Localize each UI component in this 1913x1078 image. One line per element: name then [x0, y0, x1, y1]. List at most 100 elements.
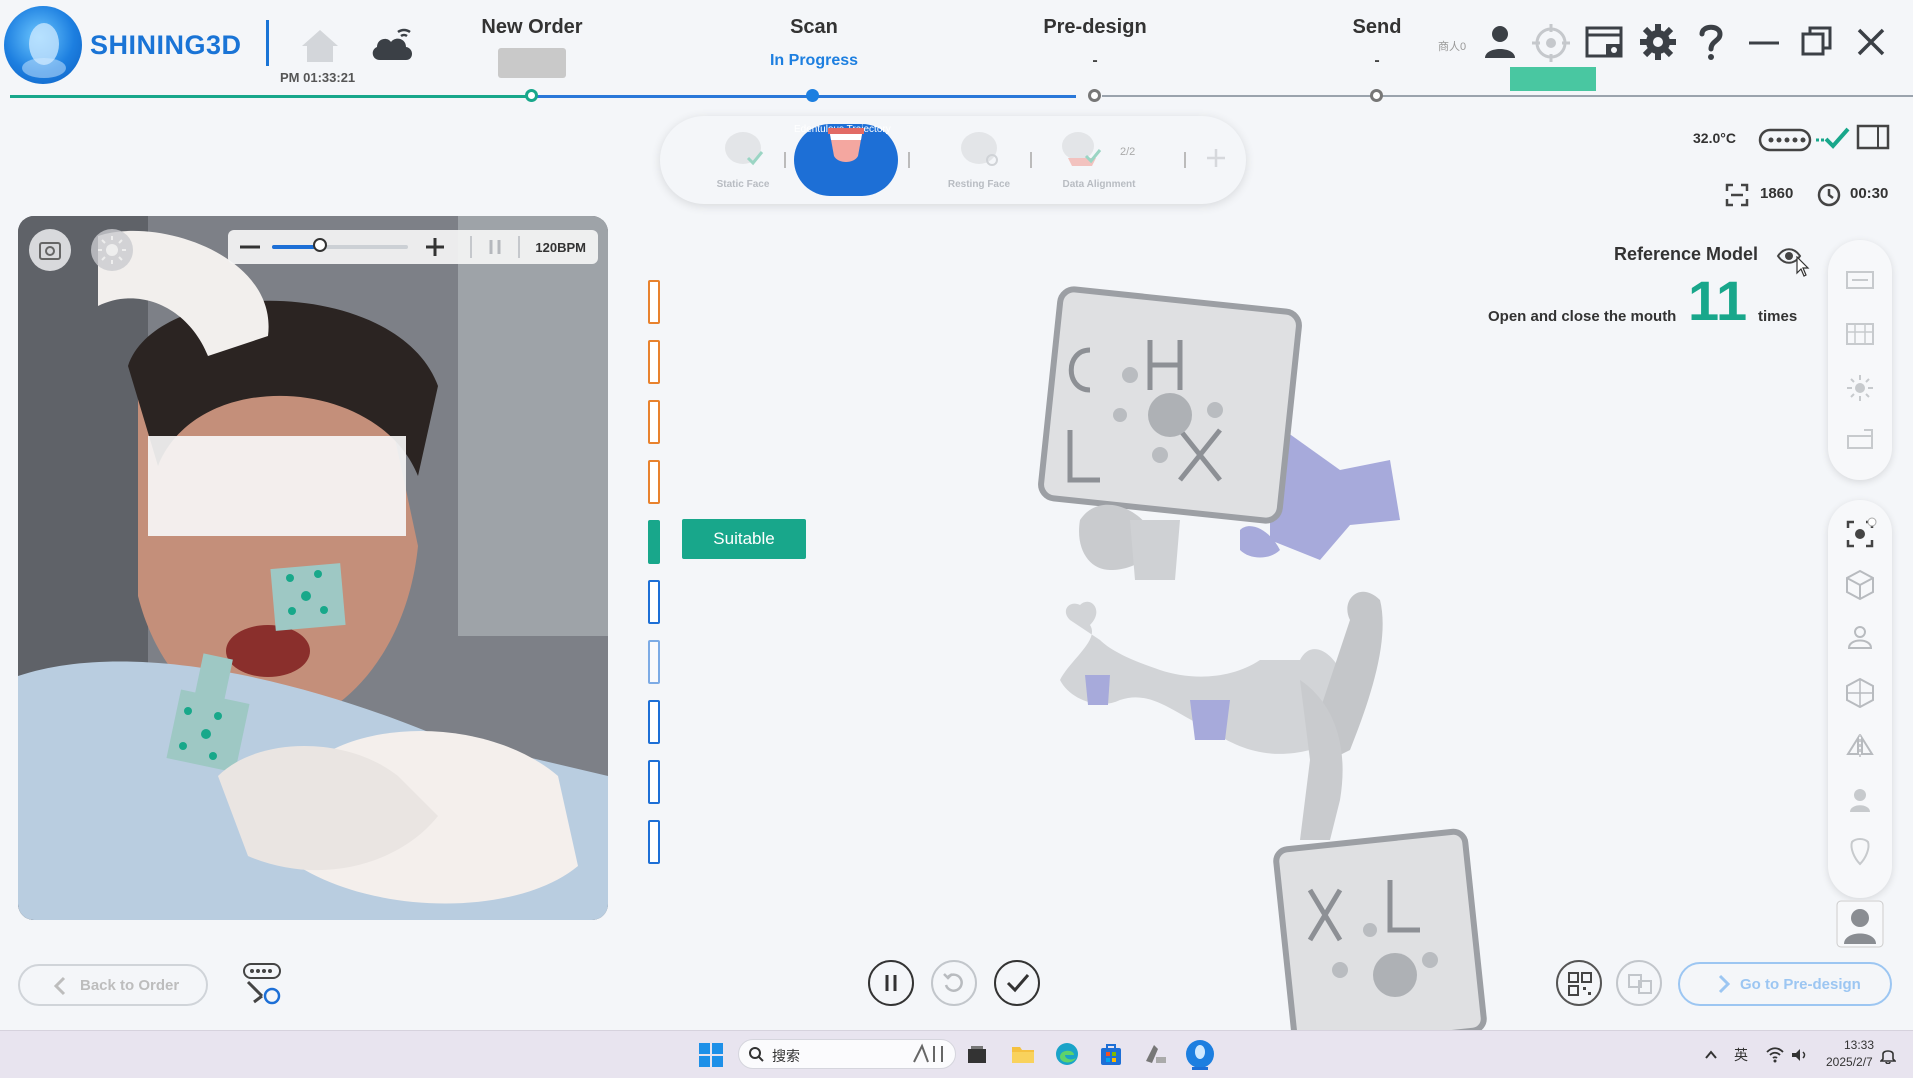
bite-indicator-segment: [648, 280, 660, 324]
instruction-text: Open and close the mouth: [1488, 308, 1677, 325]
filter-settings-icon[interactable]: [1844, 266, 1876, 299]
help-icon[interactable]: [1693, 22, 1729, 67]
edge-browser-icon[interactable]: [1054, 1041, 1080, 1072]
step-send[interactable]: Send: [1277, 16, 1477, 39]
step-scan[interactable]: Scan: [714, 16, 914, 39]
remaining-count: 11: [1688, 269, 1748, 332]
system-clock-time: 13:33: [1844, 1038, 1875, 1052]
store-icon[interactable]: [1098, 1041, 1124, 1072]
home-icon[interactable]: [298, 26, 342, 71]
temperature-readout: 32.0°C: [1693, 130, 1736, 146]
task-view-icon[interactable]: [966, 1044, 988, 1071]
jaw-view-icon[interactable]: [1844, 622, 1876, 659]
screen-capture-icon[interactable]: [1584, 22, 1626, 67]
file-explorer-icon[interactable]: [1010, 1042, 1036, 1071]
substep-data-alignment[interactable]: Data Alignment: [1044, 116, 1154, 204]
camera-brightness-button[interactable]: [90, 228, 134, 277]
reference-model-label: Reference Model: [1614, 244, 1759, 264]
windows-start-icon[interactable]: [698, 1042, 724, 1073]
frame-count: 1860: [1760, 185, 1794, 202]
add-substep-icon[interactable]: [1202, 144, 1230, 177]
minimize-icon[interactable]: [1746, 22, 1782, 67]
toolbar-divider: [518, 236, 520, 258]
metronome-pause-icon[interactable]: [486, 238, 504, 261]
input-language[interactable]: 英: [1734, 1045, 1748, 1065]
progress-line-done: [10, 95, 530, 98]
volume-icon[interactable]: [1790, 1047, 1808, 1068]
bite-indicator-column: [648, 280, 662, 864]
cube-view-icon[interactable]: [1844, 568, 1876, 607]
patient-camera-image: [18, 216, 608, 920]
camera-snapshot-button[interactable]: [28, 228, 72, 277]
gear-icon[interactable]: [1638, 22, 1678, 67]
user-name: 商人0: [1438, 41, 1467, 53]
face-model-icon[interactable]: [1844, 784, 1876, 821]
tempo-slider-track[interactable]: [272, 238, 408, 252]
substep-resting-face[interactable]: Resting Face: [924, 116, 1034, 204]
substep-separator: [784, 152, 786, 168]
qr-code-button[interactable]: [1556, 960, 1602, 1006]
confirm-scan-button[interactable]: [994, 960, 1040, 1006]
shining3d-taskbar-icon[interactable]: [1184, 1038, 1216, 1075]
pause-icon: [885, 975, 897, 991]
progress-dot-scan: [806, 89, 819, 102]
camera-preview: [18, 216, 608, 920]
scanner-app-icon[interactable]: [1142, 1041, 1168, 1072]
system-clock-date: 2025/2/7: [1826, 1055, 1873, 1069]
notification-bell-icon[interactable]: [1879, 1046, 1897, 1069]
windows-taskbar: [0, 1030, 1913, 1078]
restore-window-icon[interactable]: [1799, 22, 1835, 67]
device-settings-icon[interactable]: [1844, 426, 1876, 459]
progress-dot-send: [1370, 89, 1383, 102]
substep-count: 2/2: [1120, 146, 1136, 158]
tooth-model-icon[interactable]: [1844, 836, 1876, 873]
header-bar: [0, 0, 1913, 100]
bite-indicator-segment: [648, 640, 660, 684]
bite-indicator-segment: [648, 460, 660, 504]
substep-static-face[interactable]: Static Face: [688, 116, 798, 204]
search-highlight-icon: [908, 1042, 952, 1071]
mesh-view-icon[interactable]: [1844, 676, 1876, 713]
scan-mode-icon[interactable]: [1844, 320, 1876, 353]
scan-substep-bar: Static Face Edentulous Trajectory Restin…: [660, 116, 1246, 204]
brightness-icon[interactable]: [1844, 372, 1876, 409]
scanner-device-icon: [1758, 126, 1814, 159]
step-scan-status: In Progress: [769, 52, 859, 69]
shining3d-logo: [4, 6, 82, 84]
pause-scan-button[interactable]: [868, 960, 914, 1006]
substep-edentulous-trajectory[interactable]: Edentulous Trajectory: [794, 124, 898, 196]
go-to-pre-design-button[interactable]: Go to Pre-design: [1678, 962, 1892, 1006]
status-highlight-bar: [1510, 67, 1596, 91]
user-icon[interactable]: [1480, 22, 1520, 67]
bite-indicator-segment: [648, 580, 660, 624]
connected-check-icon: [1816, 124, 1852, 157]
swap-model-button[interactable]: [1616, 960, 1662, 1006]
decrease-tempo-button[interactable]: [238, 238, 262, 261]
calibration-target-icon[interactable]: [1530, 22, 1572, 69]
undo-button[interactable]: [931, 960, 977, 1006]
brand-name: SHINING3D: [90, 30, 242, 60]
fit-view-icon[interactable]: [1842, 516, 1878, 557]
bite-indicator-segment: [648, 400, 660, 444]
close-icon[interactable]: [1853, 22, 1889, 67]
cloud-wifi-icon[interactable]: [368, 24, 418, 71]
tempo-slider-handle[interactable]: [312, 238, 327, 252]
increase-tempo-button[interactable]: [424, 236, 446, 263]
swap-model-icon: [1628, 974, 1652, 994]
bite-indicator-segment: [648, 820, 660, 864]
back-to-order-button[interactable]: Back to Order: [18, 964, 208, 1006]
step-pre-design[interactable]: Pre-design: [995, 16, 1195, 39]
substep-separator: [908, 152, 910, 168]
wifi-icon[interactable]: [1766, 1047, 1784, 1068]
scan-3d-viewport[interactable]: [1010, 280, 1530, 1052]
patient-avatar-icon[interactable]: [1836, 900, 1884, 948]
tray-expand-icon[interactable]: [1704, 1048, 1718, 1067]
mirror-icon[interactable]: [1844, 730, 1876, 767]
substep-separator: [1030, 152, 1032, 168]
scanner-calibration-icon[interactable]: [240, 962, 286, 1011]
search-icon: [748, 1046, 764, 1067]
frames-icon: [1724, 182, 1750, 213]
check-icon: [1006, 974, 1030, 993]
go-to-pre-design-label: Go to Pre-design: [1740, 976, 1861, 993]
step-new-order[interactable]: New Order: [432, 16, 632, 39]
